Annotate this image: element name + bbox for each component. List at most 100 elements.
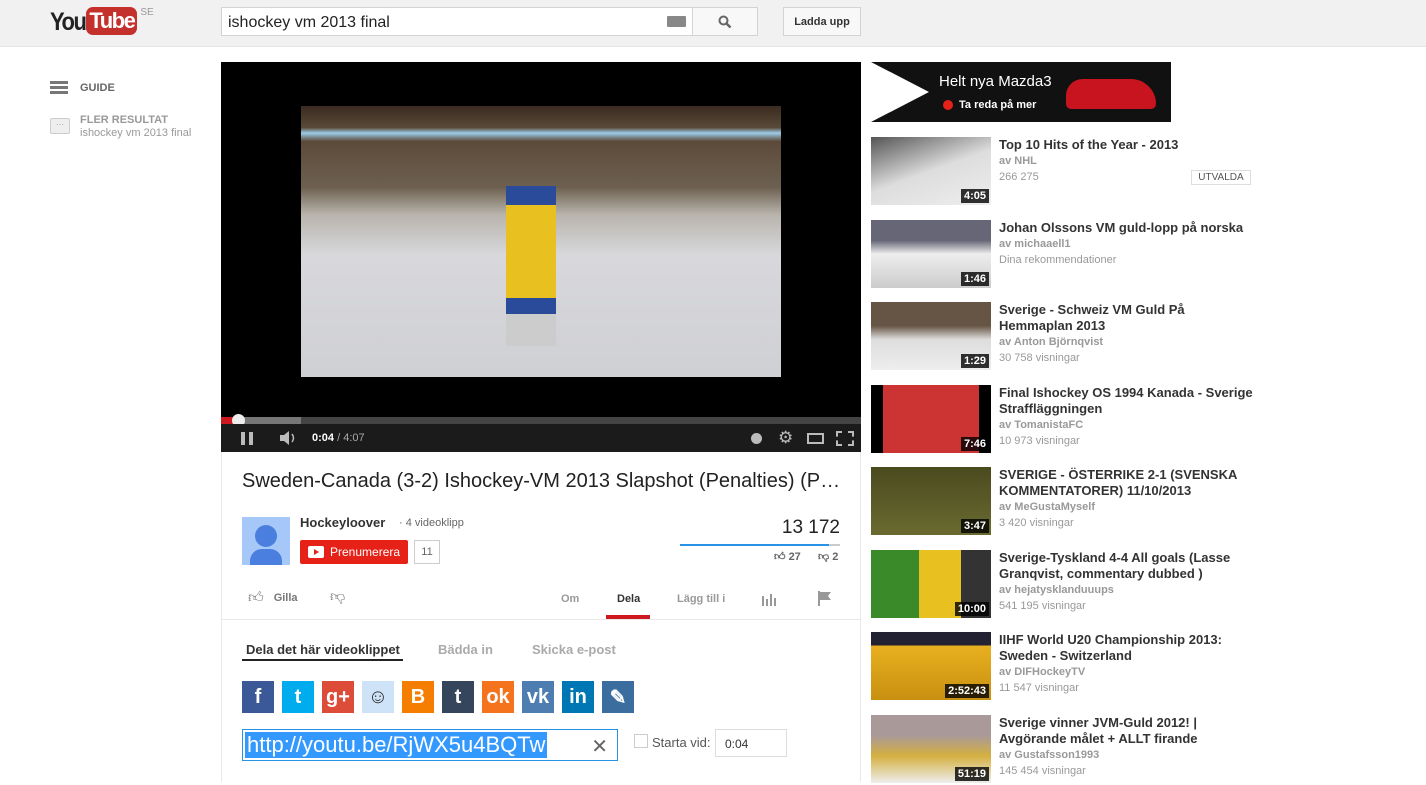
dislike-button[interactable]: 👎︎ — [330, 588, 345, 606]
related-video-channel: av hejatysklanduuups — [999, 584, 1114, 596]
thumbs-up-icon: 👍︎ — [248, 589, 264, 606]
video-frame[interactable] — [301, 106, 781, 377]
related-video-title[interactable]: Sverige - Schweiz VM Guld På Hemmaplan 2… — [999, 302, 1259, 334]
share-url-input[interactable]: http://youtu.be/RjWX5u4BQTw ✕ — [242, 729, 618, 761]
share-myspace-button[interactable]: ✎ — [602, 681, 634, 713]
video-thumbnail[interactable]: 7:46 — [871, 385, 991, 453]
like-button[interactable]: 👍︎ Gilla — [248, 589, 298, 607]
related-video-title[interactable]: IIHF World U20 Championship 2013: Sweden… — [999, 632, 1259, 664]
channel-avatar[interactable] — [242, 517, 290, 565]
video-duration: 3:47 — [960, 519, 989, 533]
pause-icon[interactable] — [241, 432, 253, 445]
reddit-icon: ☺ — [367, 685, 389, 708]
related-video-title[interactable]: Final Ishockey OS 1994 Kanada - Sverige … — [999, 385, 1259, 417]
related-video-channel: av NHL — [999, 155, 1037, 167]
tab-share[interactable]: Dela — [617, 593, 640, 605]
share-tumblr-button[interactable]: t — [442, 681, 474, 713]
share-blogger-button[interactable]: B — [402, 681, 434, 713]
featured-badge: UTVALDA — [1191, 170, 1251, 185]
share-twitter-button[interactable]: t — [282, 681, 314, 713]
share-tab-email[interactable]: Skicka e-post — [532, 642, 616, 657]
related-video[interactable]: 3:47 SVERIGE - ÖSTERRIKE 2-1 (SVENSKA KO… — [871, 467, 1261, 537]
like-ratio-bar — [680, 544, 840, 546]
clear-icon[interactable]: ✕ — [591, 734, 608, 759]
share-googleplus-button[interactable]: g+ — [322, 681, 354, 713]
related-video-meta: 11 547 visningar — [999, 682, 1079, 694]
video-thumbnail[interactable]: 51:19 — [871, 715, 991, 783]
ad-cta: Ta reda på mer — [959, 99, 1037, 111]
progress-bar[interactable] — [221, 414, 861, 427]
share-tab-embed[interactable]: Bädda in — [438, 642, 493, 657]
tumblr-icon: t — [454, 685, 462, 708]
related-video[interactable]: 51:19 Sverige vinner JVM-Guld 2012! | Av… — [871, 715, 1261, 785]
vk-icon: vk — [526, 685, 550, 708]
video-thumbnail[interactable]: 4:05 — [871, 137, 991, 205]
keyboard-icon[interactable] — [667, 16, 686, 27]
start-at-input[interactable]: 0:04 — [715, 729, 787, 757]
watch-later-icon[interactable] — [751, 433, 762, 444]
arrow-icon — [943, 100, 953, 110]
related-video-meta: Dina rekommendationer — [999, 254, 1117, 266]
video-thumbnail[interactable]: 1:29 — [871, 302, 991, 370]
fullscreen-icon[interactable] — [836, 431, 854, 446]
settings-icon[interactable]: ⚙ — [778, 428, 793, 448]
related-video[interactable]: 1:29 Sverige - Schweiz VM Guld På Hemmap… — [871, 302, 1261, 372]
related-video[interactable]: 2:52:43 IIHF World U20 Championship 2013… — [871, 632, 1261, 702]
related-video-title[interactable]: Sverige-Tyskland 4-4 All goals (Lasse Gr… — [999, 550, 1259, 582]
related-video-title[interactable]: Johan Olssons VM guld-lopp på norska — [999, 220, 1259, 236]
guide-button[interactable]: GUIDE — [50, 79, 115, 96]
subscribe-button[interactable]: Prenumerera — [300, 540, 408, 564]
related-video-meta: 30 758 visningar — [999, 352, 1080, 364]
tab-about[interactable]: Om — [561, 593, 579, 605]
subscriber-count: 11 — [414, 540, 440, 564]
related-video[interactable]: 1:46 Johan Olssons VM guld-lopp på norsk… — [871, 220, 1261, 290]
googleplus-icon: g+ — [326, 685, 350, 708]
video-player[interactable]: 0:04 / 4:07 ⚙ — [221, 62, 861, 452]
odnoklassniki-icon: ok — [486, 685, 510, 708]
video-thumbnail[interactable]: 3:47 — [871, 467, 991, 535]
menu-icon — [50, 79, 68, 96]
related-video-title[interactable]: Sverige vinner JVM-Guld 2012! | Avgörand… — [999, 715, 1259, 747]
twitter-icon: t — [294, 685, 302, 708]
search-input[interactable]: ishockey vm 2013 final — [221, 7, 693, 36]
volume-icon[interactable] — [279, 431, 299, 445]
related-video[interactable]: 7:46 Final Ishockey OS 1994 Kanada - Sve… — [871, 385, 1261, 455]
related-video[interactable]: 10:00 Sverige-Tyskland 4-4 All goals (La… — [871, 550, 1261, 620]
video-duration: 4:05 — [960, 189, 989, 203]
car-image — [1066, 79, 1156, 109]
share-vk-button[interactable]: vk — [522, 681, 554, 713]
share-facebook-button[interactable]: f — [242, 681, 274, 713]
flag-icon[interactable] — [818, 591, 832, 606]
search-button[interactable] — [692, 7, 758, 36]
linkedin-icon: in — [569, 685, 587, 708]
related-video-meta: 541 195 visningar — [999, 600, 1086, 612]
more-icon: ··· — [50, 118, 70, 134]
tab-add-to[interactable]: Lägg till i — [677, 593, 725, 605]
video-thumbnail[interactable]: 10:00 — [871, 550, 991, 618]
blogger-icon: B — [410, 685, 426, 708]
start-at-checkbox[interactable] — [634, 734, 648, 748]
theater-mode-icon[interactable] — [807, 433, 824, 444]
related-video-channel: av Anton Björnqvist — [999, 336, 1104, 348]
related-video-title[interactable]: SVERIGE - ÖSTERRIKE 2-1 (SVENSKA KOMMENT… — [999, 467, 1259, 499]
video-thumbnail[interactable]: 1:46 — [871, 220, 991, 288]
video-count[interactable]: 4 videoklipp — [406, 517, 464, 529]
stats-icon[interactable] — [762, 592, 777, 606]
share-tab-share[interactable]: Dela det här videoklippet — [246, 642, 400, 657]
related-video-title[interactable]: Top 10 Hits of the Year - 2013 — [999, 137, 1259, 153]
thumbs-up-icon: 👍︎ — [774, 551, 786, 563]
video-duration: 51:19 — [954, 767, 989, 781]
video-duration: 10:00 — [954, 602, 989, 616]
channel-name[interactable]: Hockeyloover — [300, 515, 385, 530]
start-at-label: Starta vid: — [652, 735, 711, 750]
youtube-logo[interactable]: You Tube SE — [50, 7, 154, 36]
share-reddit-button[interactable]: ☺ — [362, 681, 394, 713]
facebook-icon: f — [254, 685, 262, 708]
ad-headline: Helt nya Mazda3 — [939, 73, 1052, 90]
video-thumbnail[interactable]: 2:52:43 — [871, 632, 991, 700]
upload-button[interactable]: Ladda upp — [783, 7, 861, 36]
share-odnoklassniki-button[interactable]: ok — [482, 681, 514, 713]
dislike-count: 2 — [832, 551, 839, 563]
ad-banner[interactable]: Helt nya Mazda3 Ta reda på mer — [871, 62, 1171, 122]
share-linkedin-button[interactable]: in — [562, 681, 594, 713]
